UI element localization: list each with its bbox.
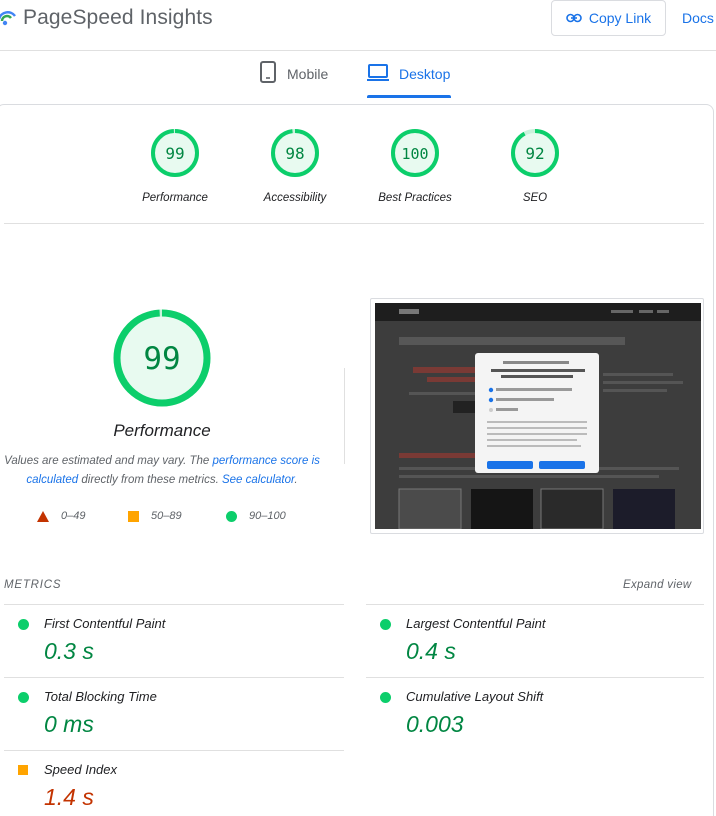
note-text: directly from these metrics. xyxy=(78,474,222,486)
note-text: Values are estimated and may vary. The xyxy=(4,455,213,467)
metric-divider xyxy=(4,604,344,605)
app-header: PageSpeed Insights Copy Link Docs xyxy=(0,0,716,51)
final-screenshot[interactable] xyxy=(370,298,704,534)
metric-value: 0 ms xyxy=(44,711,94,737)
metric-name: Cumulative Layout Shift xyxy=(406,689,544,704)
metric-value: 0.003 xyxy=(406,711,464,737)
note-text: . xyxy=(294,474,298,486)
docs-link[interactable]: Docs xyxy=(682,10,714,26)
circle-icon xyxy=(226,510,237,522)
performance-gauge: 99 xyxy=(113,309,211,407)
score-ring: 98 xyxy=(271,129,319,177)
legend-pass-label: 90–100 xyxy=(249,510,286,522)
score-ring: 92 xyxy=(511,129,559,177)
pass-circle-icon xyxy=(380,692,391,703)
metric-value: 0.4 s xyxy=(406,638,456,664)
metric-total-blocking-time: Total Blocking Time 0 ms xyxy=(18,689,338,739)
legend-pass: 90–100 xyxy=(226,510,286,522)
tab-mobile-label: Mobile xyxy=(287,66,329,82)
phone-icon xyxy=(260,61,276,83)
score-label: Best Practices xyxy=(378,192,452,204)
score-ring: 99 xyxy=(151,129,199,177)
score-ring: 100 xyxy=(391,129,439,177)
pass-circle-icon xyxy=(380,619,391,630)
metric-name: First Contentful Paint xyxy=(44,616,166,631)
legend-average-label: 50–89 xyxy=(151,510,182,522)
link-icon xyxy=(566,13,582,23)
app-title: PageSpeed Insights xyxy=(23,6,213,29)
copy-link-button[interactable]: Copy Link xyxy=(551,0,666,36)
score-gauge-accessibility[interactable]: 98 Accessibility xyxy=(235,128,355,204)
page-screenshot-image xyxy=(375,303,701,529)
performance-title: Performance xyxy=(113,421,211,440)
tab-desktop-label: Desktop xyxy=(399,66,451,82)
score-value: 98 xyxy=(285,144,304,163)
metric-value: 1.4 s xyxy=(44,784,94,810)
score-value: 100 xyxy=(401,145,428,163)
metric-name: Largest Contentful Paint xyxy=(406,616,546,631)
performance-score: 99 xyxy=(143,341,180,377)
metric-divider xyxy=(4,677,344,678)
pass-circle-icon xyxy=(18,619,29,630)
tab-mobile[interactable]: Mobile xyxy=(259,60,328,98)
metric-largest-contentful-paint: Largest Contentful Paint 0.4 s xyxy=(380,616,700,666)
score-gauge-best-practices[interactable]: 100 Best Practices xyxy=(355,128,475,204)
metric-divider xyxy=(4,750,344,751)
metrics-header: METRICS xyxy=(4,579,62,591)
metric-name: Total Blocking Time xyxy=(44,689,157,704)
score-label: SEO xyxy=(522,192,548,204)
score-gauge-performance[interactable]: 99 Performance xyxy=(115,128,235,204)
vertical-separator xyxy=(344,368,345,464)
score-value: 92 xyxy=(525,144,544,163)
performance-note: Values are estimated and may vary. The p… xyxy=(0,452,324,490)
metric-divider xyxy=(366,677,704,678)
section-divider xyxy=(4,223,704,224)
tab-desktop[interactable]: Desktop xyxy=(367,60,452,98)
square-icon xyxy=(128,510,139,522)
triangle-icon xyxy=(37,510,49,522)
score-label: Accessibility xyxy=(263,192,327,204)
score-gauge-seo[interactable]: 92 SEO xyxy=(475,128,595,204)
average-square-icon xyxy=(18,765,28,775)
legend-fail: 0–49 xyxy=(37,510,85,522)
metric-value: 0.3 s xyxy=(44,638,94,664)
metric-first-contentful-paint: First Contentful Paint 0.3 s xyxy=(18,616,338,666)
score-value: 99 xyxy=(165,144,184,163)
expand-view-toggle[interactable]: Expand view xyxy=(623,579,692,591)
score-label: Performance xyxy=(142,192,208,204)
laptop-icon xyxy=(367,64,389,81)
screenshot-illustration xyxy=(375,303,701,529)
metric-name: Speed Index xyxy=(44,762,118,777)
legend-fail-label: 0–49 xyxy=(61,510,86,522)
see-calculator-link[interactable]: See calculator xyxy=(222,474,294,486)
metric-speed-index: Speed Index 1.4 s xyxy=(18,762,338,812)
metric-divider xyxy=(366,604,704,605)
pass-circle-icon xyxy=(18,692,29,703)
metric-cumulative-layout-shift: Cumulative Layout Shift 0.003 xyxy=(380,689,700,739)
pagespeed-logo-icon xyxy=(0,11,17,26)
copy-link-label: Copy Link xyxy=(588,10,652,26)
legend-average: 50–89 xyxy=(128,510,182,522)
